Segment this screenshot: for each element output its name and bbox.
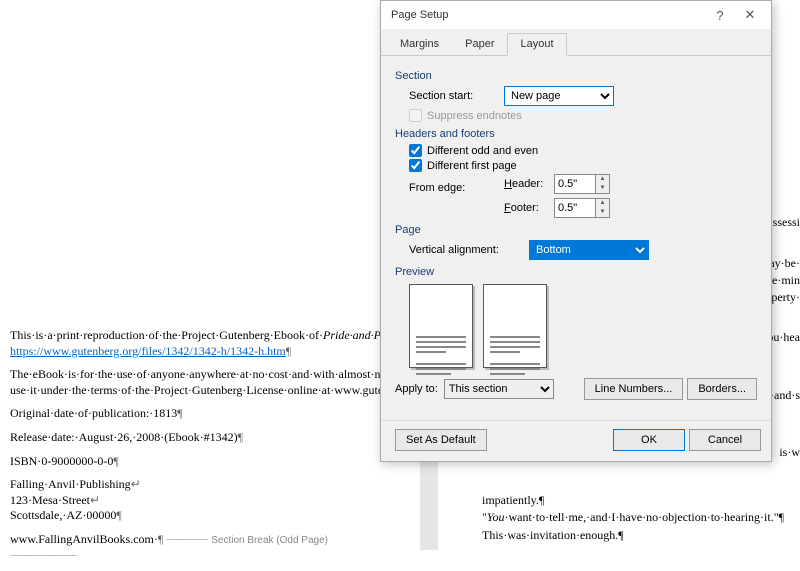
down-arrow-icon[interactable]: ▼ xyxy=(596,208,609,217)
different-first-page-label: Different first page xyxy=(427,160,517,172)
text-fragment: ou·hea xyxy=(767,329,800,346)
section-start-label: Section start: xyxy=(409,90,504,102)
text-fragment: ·and·s xyxy=(770,387,800,404)
tab-strip: Margins Paper Layout xyxy=(381,29,771,56)
section-group-header: Section xyxy=(395,70,757,82)
vertical-alignment-label: Vertical alignment: xyxy=(409,244,529,256)
apply-to-label: Apply to: xyxy=(395,383,438,395)
page-setup-dialog: Page Setup ? ✕ Margins Paper Layout Sect… xyxy=(380,0,772,462)
text-fragment: ay·be· xyxy=(769,255,800,272)
tab-margins[interactable]: Margins xyxy=(387,33,452,55)
footer-edge-input[interactable] xyxy=(555,199,595,217)
document-left-page: This·is·a·print·reproduction·of·the·Proj… xyxy=(10,328,390,571)
different-odd-even-label: Different odd and even xyxy=(427,145,538,157)
suppress-endnotes-checkbox xyxy=(409,109,422,122)
header-edge-input[interactable] xyxy=(555,175,595,193)
from-edge-label: From edge: xyxy=(409,174,504,218)
footer-edge-spinner[interactable]: ▲▼ xyxy=(554,198,610,218)
body-text: www.FallingAnvilBooks.com·¶ ┈┈┈┈┈┈┈ Sect… xyxy=(10,532,390,563)
up-arrow-icon[interactable]: ▲ xyxy=(596,175,609,184)
suppress-endnotes-label: Suppress endnotes xyxy=(427,110,522,122)
vertical-alignment-select[interactable]: Bottom xyxy=(529,240,649,260)
preview-page-right xyxy=(483,284,547,368)
text-fragment: is·w xyxy=(779,444,800,461)
body-text: "You·want·to·tell·me,·and·I·have·no·obje… xyxy=(460,509,800,526)
header-edge-spinner[interactable]: ▲▼ xyxy=(554,174,610,194)
body-text: The·eBook·is·for·the·use·of·anyone·anywh… xyxy=(10,367,390,398)
different-odd-even-checkbox[interactable] xyxy=(409,144,422,157)
ok-button[interactable]: OK xyxy=(613,429,685,451)
page-group-header: Page xyxy=(395,224,757,236)
preview-area xyxy=(409,284,757,368)
body-text: ISBN·0-9000000-0-0¶ xyxy=(10,454,390,470)
headers-footers-group-header: Headers and footers xyxy=(395,128,757,140)
text-fragment: perty· xyxy=(771,289,800,306)
tab-paper[interactable]: Paper xyxy=(452,33,507,55)
apply-to-select[interactable]: This section xyxy=(444,379,554,399)
preview-group-header: Preview xyxy=(395,266,757,278)
down-arrow-icon[interactable]: ▼ xyxy=(596,184,609,193)
dialog-title: Page Setup xyxy=(391,9,705,21)
body-text: This·was·invitation·enough.¶ xyxy=(460,527,800,544)
borders-button[interactable]: Borders... xyxy=(687,378,757,400)
close-button[interactable]: ✕ xyxy=(735,7,765,23)
preview-page-left xyxy=(409,284,473,368)
different-first-page-checkbox[interactable] xyxy=(409,159,422,172)
hyperlink[interactable]: https://www.gutenberg.org/files/1342/134… xyxy=(10,344,286,358)
dialog-titlebar[interactable]: Page Setup ? ✕ xyxy=(381,1,771,29)
up-arrow-icon[interactable]: ▲ xyxy=(596,199,609,208)
cancel-button[interactable]: Cancel xyxy=(689,429,761,451)
footer-edge-label: Footer: xyxy=(504,202,554,214)
tab-layout[interactable]: Layout xyxy=(507,33,566,56)
body-text: Falling·Anvil·Publishing↵ 123·Mesa·Stree… xyxy=(10,477,390,524)
text-fragment: e·min xyxy=(772,272,800,289)
text-fragment: ssessi xyxy=(773,214,800,231)
header-edge-label: Header: xyxy=(504,178,554,190)
body-text: Original·date·of·publication:·1813¶ xyxy=(10,406,390,422)
body-text: Release·date:·August·26,·2008·(Ebook·#13… xyxy=(10,430,390,446)
section-start-select[interactable]: New page xyxy=(504,86,614,106)
line-numbers-button[interactable]: Line Numbers... xyxy=(584,378,684,400)
body-text: impatiently.¶ xyxy=(460,492,800,509)
set-as-default-button[interactable]: Set As Default xyxy=(395,429,487,451)
body-text: This·is·a·print·reproduction·of·the·Proj… xyxy=(10,328,390,359)
help-button[interactable]: ? xyxy=(705,8,735,23)
